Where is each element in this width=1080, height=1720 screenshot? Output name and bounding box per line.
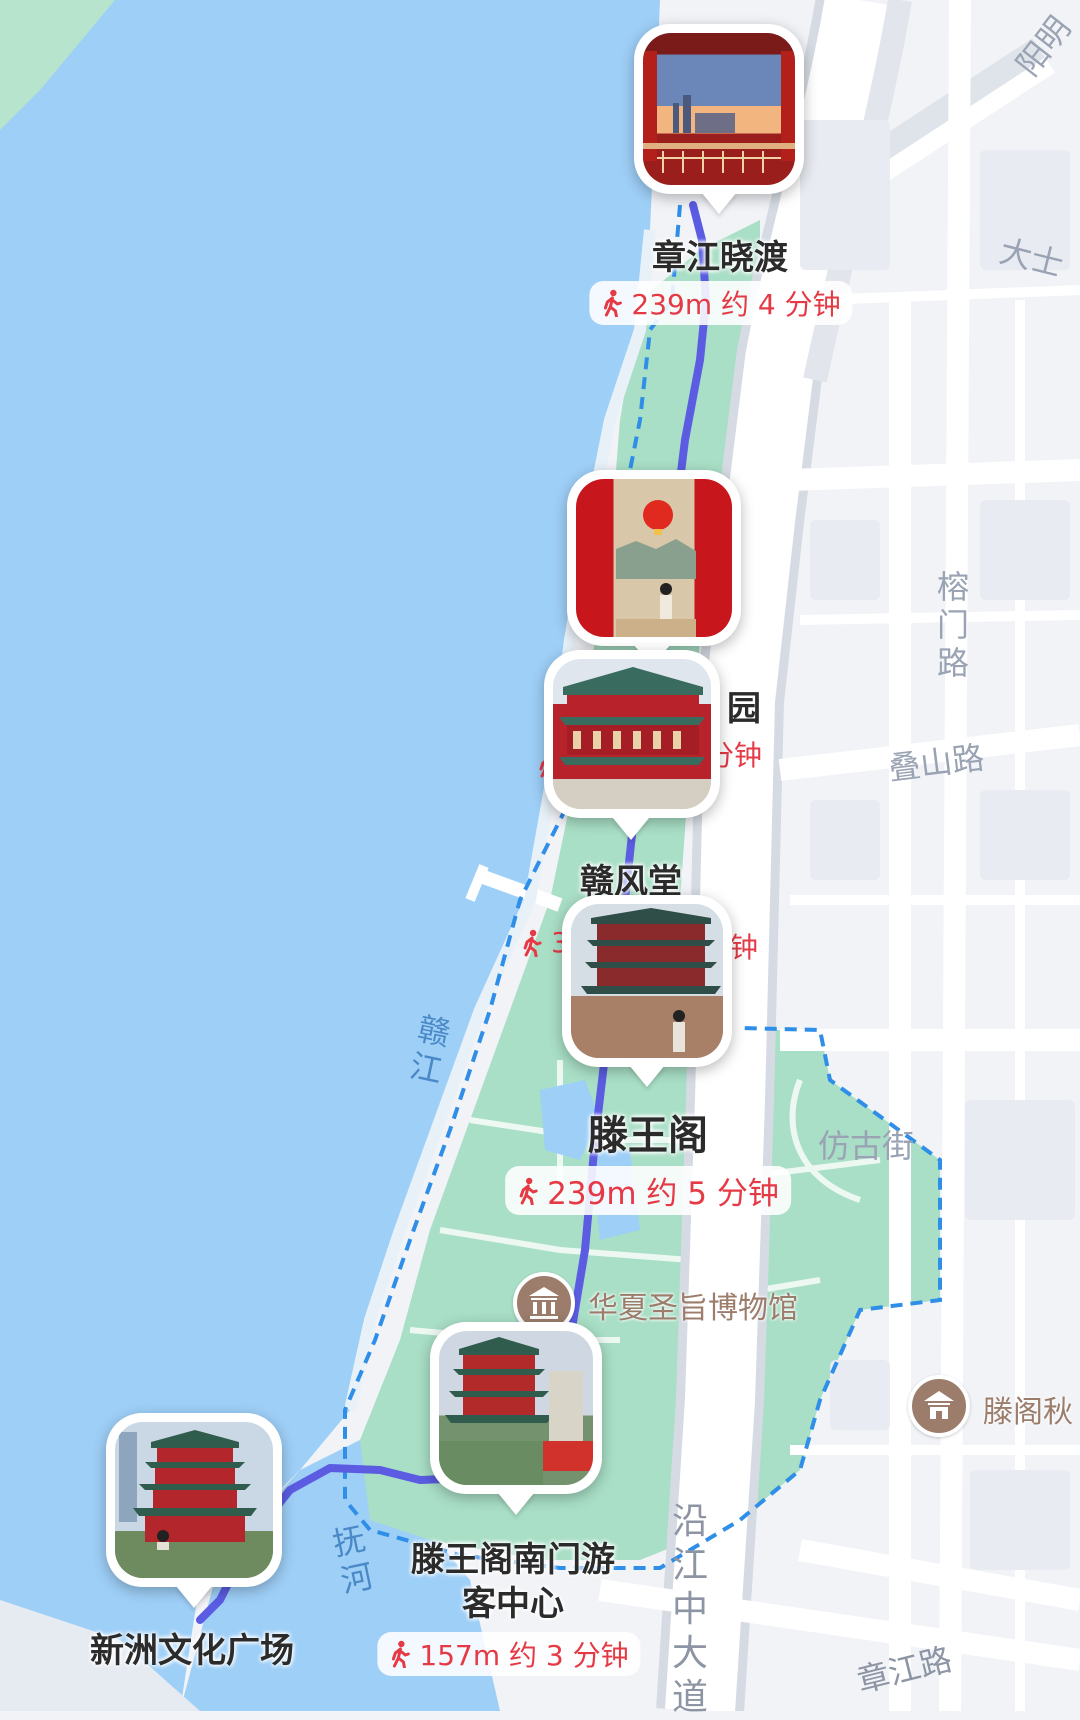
poi-pointer [498,1493,534,1515]
poi-name-line2: 客中心 [462,1584,564,1624]
poi-name-garden-fragment[interactable]: 园 [727,687,761,731]
poi-name-south-gate-visitor-center[interactable]: 滕王阁南门游 客中心 [411,1538,615,1626]
photo-tower-icon [571,908,723,1058]
walk-info-zhangjiang-xiaodu: 239m 约 4 分钟 [589,281,853,325]
road-label-yanjiang: 沿江中大道 [672,1501,709,1718]
poi-photo-south-gate[interactable] [430,1322,602,1494]
museum-label-tengge[interactable]: 滕阁秋 [983,1387,1073,1431]
walk-text: 239m 约 5 分钟 [547,1176,779,1212]
poi-photo-red-pillars[interactable] [567,470,741,646]
poi-name-line1: 滕王阁南门游 [411,1540,615,1580]
walk-text: 157m 约 3 分钟 [419,1639,629,1672]
photo-pavilion-icon [115,1430,273,1578]
walking-icon [391,1640,410,1668]
poi-photo-xinzhou-plaza[interactable] [106,1413,282,1587]
walking-icon [523,929,542,957]
poi-photo-ganfeng-hall[interactable] [544,650,720,818]
photo-pavilion-icon [553,667,711,809]
walk-info-tengwang-pavilion: 239m 约 5 分钟 [505,1166,791,1215]
road-label-rongmen: 榕门路 [936,568,969,682]
museum-icon[interactable] [908,1375,970,1437]
museum-label-huaxia[interactable]: 华夏圣旨博物馆 [588,1283,798,1327]
walking-icon [603,289,622,317]
walking-icon [519,1177,538,1205]
photo-pavilion-icon [439,1337,593,1485]
poi-pointer [176,1586,212,1608]
poi-pointer [613,818,649,840]
poi-name-zhangjiang-xiaodu[interactable]: 章江晓渡 [652,236,788,280]
street-label-fanggu: 仿古街 [818,1127,915,1165]
walk-text: 239m 约 4 分钟 [631,288,841,321]
walk-fragment: 钟 [729,931,759,964]
poi-photo-zhangjiang-xiaodu[interactable] [634,24,804,194]
poi-pointer [629,1065,665,1087]
poi-photo-tengwang-pavilion[interactable] [562,895,732,1067]
poi-name-xinzhou-plaza[interactable]: 新洲文化广场 [90,1629,294,1673]
poi-name-tengwang-pavilion[interactable]: 滕王阁 [588,1114,708,1158]
poi-pointer [701,192,737,214]
photo-lantern-icon [616,500,696,637]
walk-info-south-gate: 157m 约 3 分钟 [377,1632,641,1676]
photo-sunset-icon [643,51,795,173]
